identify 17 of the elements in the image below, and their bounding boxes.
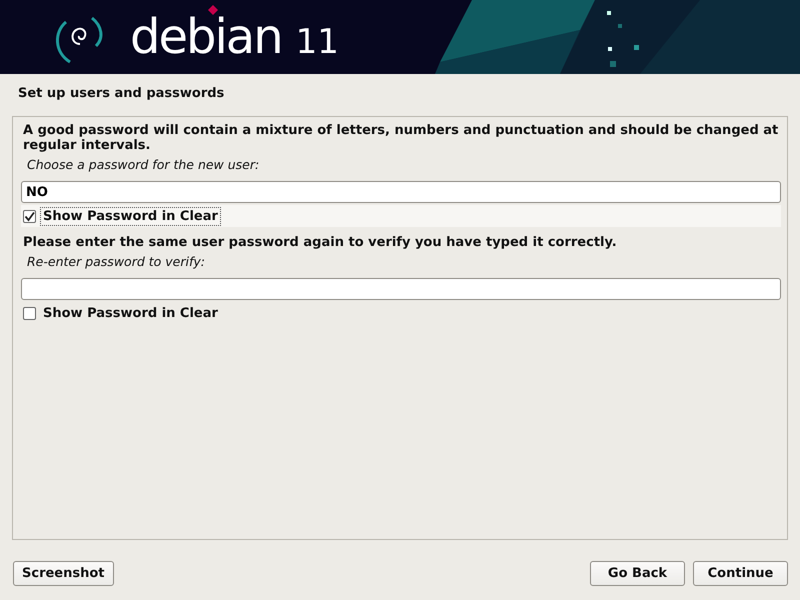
password-field[interactable] xyxy=(21,278,781,300)
nav-button[interactable]: Continue xyxy=(693,561,788,586)
diamond-icon xyxy=(208,5,218,15)
password-field[interactable]: NO xyxy=(21,181,781,203)
field-label: Re-enter password to verify: xyxy=(27,254,206,269)
screenshot-button[interactable]: Screenshot xyxy=(13,561,114,586)
version-number: 11 xyxy=(296,25,339,59)
nav-button[interactable]: Go Back xyxy=(590,561,685,586)
page-title: Set up users and passwords xyxy=(17,85,226,103)
prompt-text: Please enter the same user password again to verify you have typed it correctly. xyxy=(23,235,618,250)
checkbox[interactable] xyxy=(23,306,36,320)
checkbox[interactable] xyxy=(23,210,36,222)
field-label: Choose a password for the new user: xyxy=(27,157,260,172)
checkbox-label[interactable]: Show Password in Clear xyxy=(40,304,221,322)
logo-wordmark: debian xyxy=(130,13,282,61)
prompt-text: A good password will contain a mixture of letters, numbers and punctuation and should be changed at regular intervals. xyxy=(23,123,779,153)
checkbox-label[interactable]: Show Password in Clear xyxy=(40,206,221,226)
